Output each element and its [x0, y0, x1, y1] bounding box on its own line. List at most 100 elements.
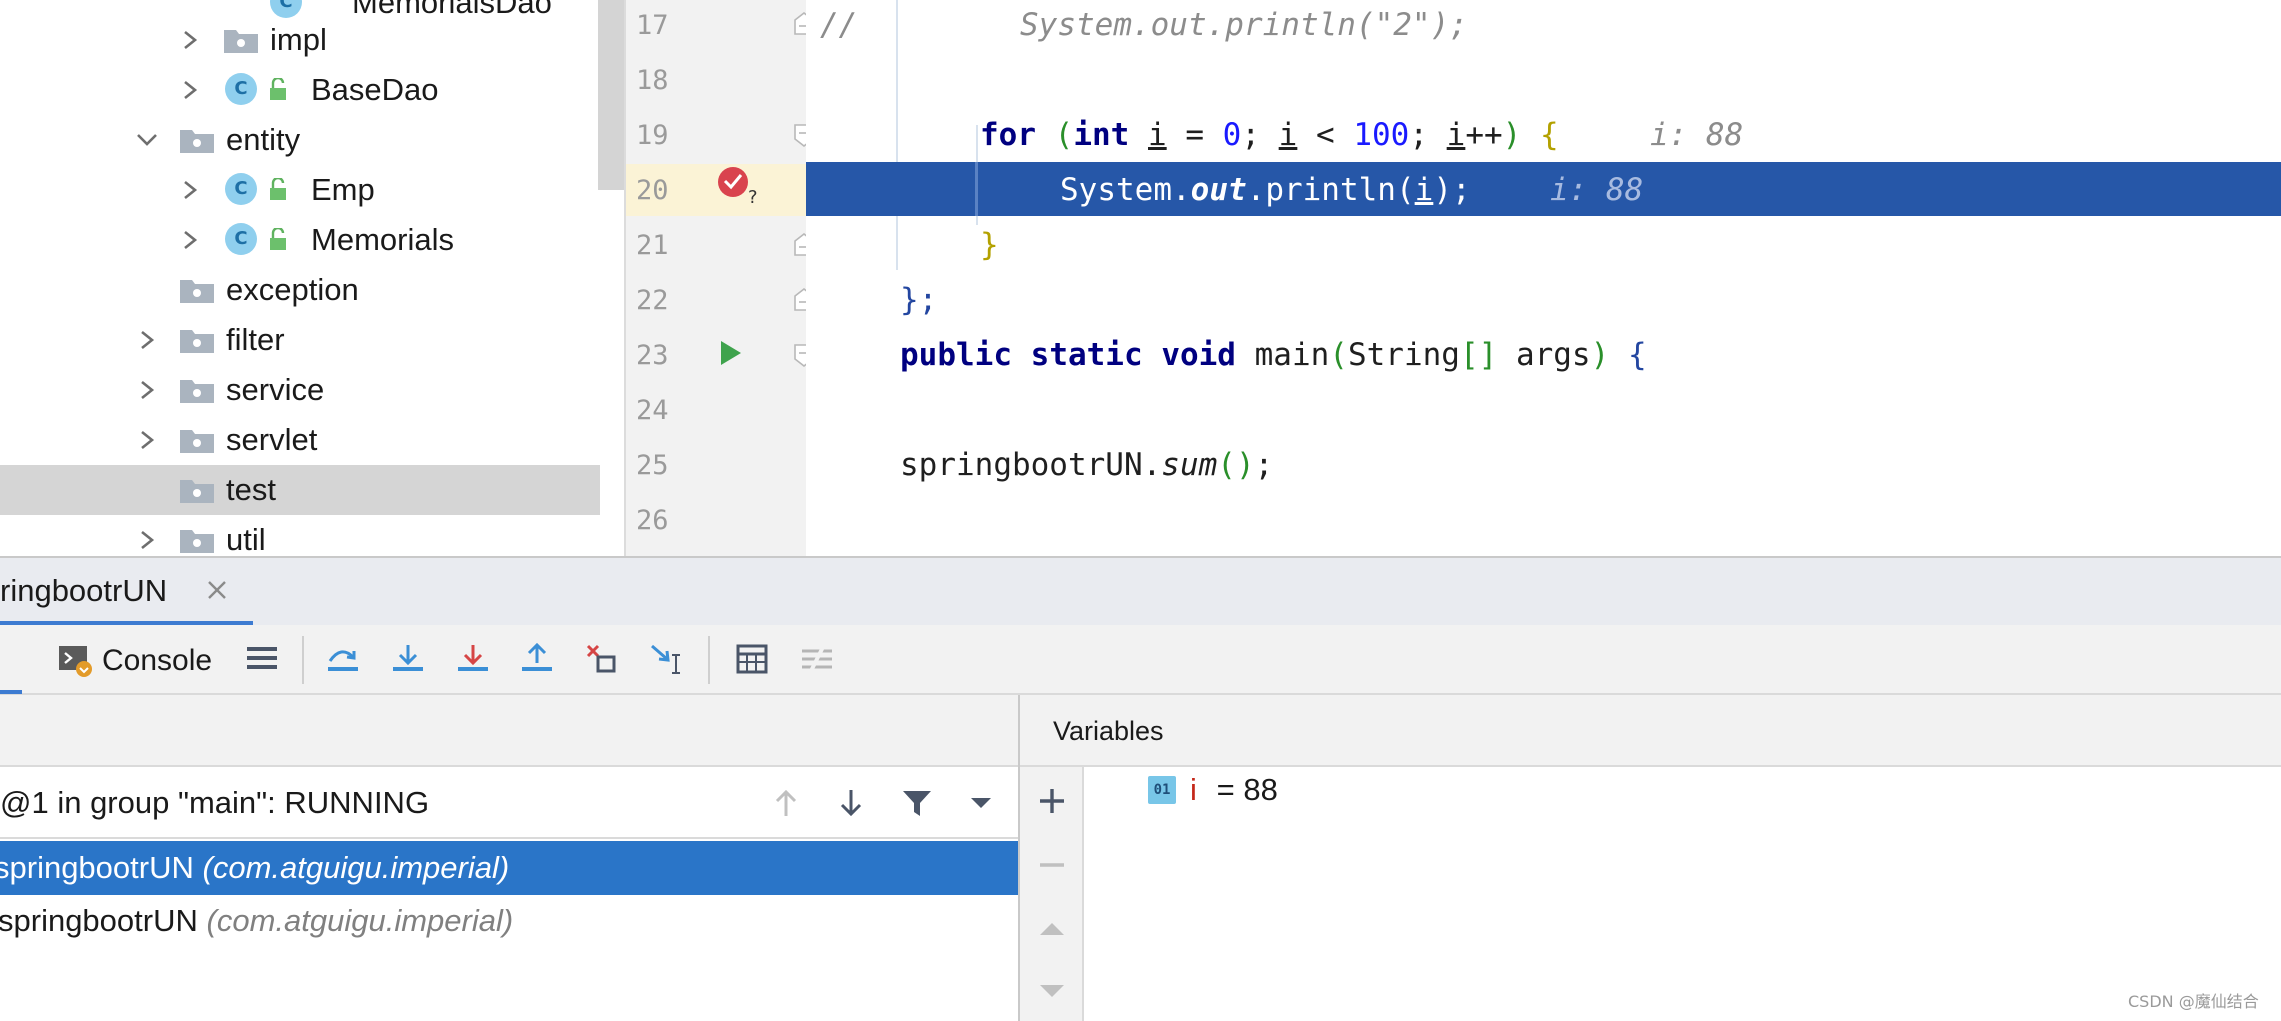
add-watch-icon[interactable] [1030, 775, 1074, 823]
code-line-20: System.out.println(i); [1060, 172, 1471, 208]
tree-scrollbar[interactable] [598, 0, 624, 190]
project-tree: C MemorialsDao impl C BaseDao entity C E… [0, 0, 624, 556]
tree-item-basedao[interactable]: C BaseDao [0, 65, 600, 115]
tree-item-test[interactable]: test [0, 465, 600, 515]
chevron-right-icon[interactable] [175, 15, 205, 65]
chevron-right-icon[interactable] [132, 365, 162, 415]
toolbar-separator [708, 636, 710, 684]
execution-point-line [806, 162, 2281, 216]
remove-watch-icon[interactable] [1030, 839, 1074, 887]
primitive-type-icon: 01 [1148, 776, 1176, 804]
tree-item-service[interactable]: service [0, 365, 600, 415]
filter-icon[interactable] [895, 778, 939, 826]
package-folder-icon [179, 465, 215, 515]
line-number: 17 [636, 10, 669, 41]
chevron-right-icon[interactable] [175, 215, 205, 265]
variable-value[interactable]: = 88 [1208, 766, 1278, 814]
debug-tab-bar [0, 558, 2281, 625]
tab-label: ringbootrUN [0, 573, 168, 608]
tree-item-filter[interactable]: filter [0, 315, 600, 365]
stack-frame-row[interactable]: springbootrUN (com.atguigu.imperial) [0, 894, 1018, 948]
chevron-right-icon[interactable] [175, 165, 205, 215]
tree-item-label: servlet [226, 422, 318, 457]
evaluate-expression-icon[interactable] [727, 633, 777, 685]
active-tab-indicator [0, 690, 22, 694]
tree-item-label: entity [226, 122, 301, 157]
step-out-icon[interactable] [512, 633, 562, 685]
trace-stream-icon[interactable] [792, 633, 842, 685]
gutter-divider [624, 0, 626, 556]
class-icon: C [225, 65, 259, 115]
menu-icon[interactable] [237, 633, 287, 685]
chevron-right-icon[interactable] [175, 65, 205, 115]
step-over-icon[interactable] [318, 633, 368, 685]
code-line-17-comment: System.out.println("2"); [1020, 7, 1468, 43]
tree-item-entity[interactable]: entity [0, 115, 600, 165]
tree-item-label: util [226, 522, 266, 556]
arrow-up-icon[interactable] [765, 778, 809, 826]
line-number: 19 [636, 120, 669, 151]
force-step-into-icon[interactable] [448, 633, 498, 685]
package-folder-icon [179, 365, 215, 415]
chevron-right-icon[interactable] [132, 315, 162, 365]
thread-label[interactable]: @1 in group "main": RUNNING [0, 778, 429, 828]
inline-value-hint: i: 88 [1550, 172, 1644, 208]
public-access-icon [268, 165, 290, 215]
chevron-down-icon[interactable] [130, 115, 160, 165]
console-tab-label[interactable]: Console [102, 636, 212, 686]
tree-item-servlet[interactable]: servlet [0, 415, 600, 465]
class-icon: C [225, 165, 259, 215]
tree-item-label: impl [270, 22, 327, 57]
line-number: 21 [636, 230, 669, 261]
drop-frame-icon[interactable] [577, 633, 627, 685]
indent-guide [896, 0, 898, 270]
line-number: 25 [636, 450, 669, 481]
toolbar-separator [302, 636, 304, 684]
chevron-right-icon[interactable] [132, 515, 162, 556]
code-line-22: }; [900, 282, 938, 318]
svg-text:?: ? [748, 187, 758, 207]
tree-item-label: exception [226, 272, 359, 307]
tree-item-memorials[interactable]: C Memorials [0, 215, 600, 265]
tree-item-label: service [226, 372, 325, 407]
line-number: 20 [636, 175, 669, 206]
variable-name[interactable]: i [1190, 766, 1197, 814]
line-number: 24 [636, 395, 669, 426]
public-access-icon [268, 215, 290, 265]
inline-value-hint: i: 88 [1650, 117, 1744, 153]
tree-item-util[interactable]: util [0, 515, 600, 556]
breakpoint-check-icon[interactable]: ? [716, 163, 760, 208]
console-icon [59, 646, 92, 677]
package-folder-icon [179, 265, 215, 315]
close-icon[interactable] [204, 577, 230, 603]
code-line-25: springbootrUN.sum(); [900, 447, 1274, 483]
step-into-icon[interactable] [383, 633, 433, 685]
line-number: 26 [636, 505, 669, 536]
stack-frame-row[interactable]: springbootrUN (com.atguigu.imperial) [0, 841, 1018, 895]
code-line-17: // [820, 7, 858, 43]
tree-item-impl[interactable]: impl [0, 15, 600, 65]
package-folder-icon [179, 415, 215, 465]
console-tab[interactable] [50, 633, 100, 685]
run-gutter-icon[interactable] [718, 338, 744, 368]
tree-item-label: BaseDao [311, 72, 439, 107]
run-to-cursor-icon[interactable] [642, 633, 692, 685]
class-icon: C [225, 215, 259, 265]
indent-guide [975, 162, 978, 216]
variables-header [1020, 695, 2281, 767]
package-folder-icon [179, 115, 215, 165]
chevron-right-icon[interactable] [132, 415, 162, 465]
move-up-icon[interactable] [1030, 903, 1074, 951]
package-folder-icon [223, 15, 259, 65]
arrow-down-icon[interactable] [830, 778, 874, 826]
move-down-icon[interactable] [1030, 965, 1074, 1013]
tree-item-emp[interactable]: C Emp [0, 165, 600, 215]
tree-item-label: filter [226, 322, 285, 357]
public-access-icon [268, 65, 290, 115]
chevron-down-icon[interactable] [960, 778, 1004, 826]
line-number: 23 [636, 340, 669, 371]
watermark-text: CSDN @魔仙结合 [2128, 992, 2259, 1011]
line-number: 22 [636, 285, 669, 316]
code-line-21: } [980, 227, 999, 263]
tree-item-exception[interactable]: exception [0, 265, 600, 315]
